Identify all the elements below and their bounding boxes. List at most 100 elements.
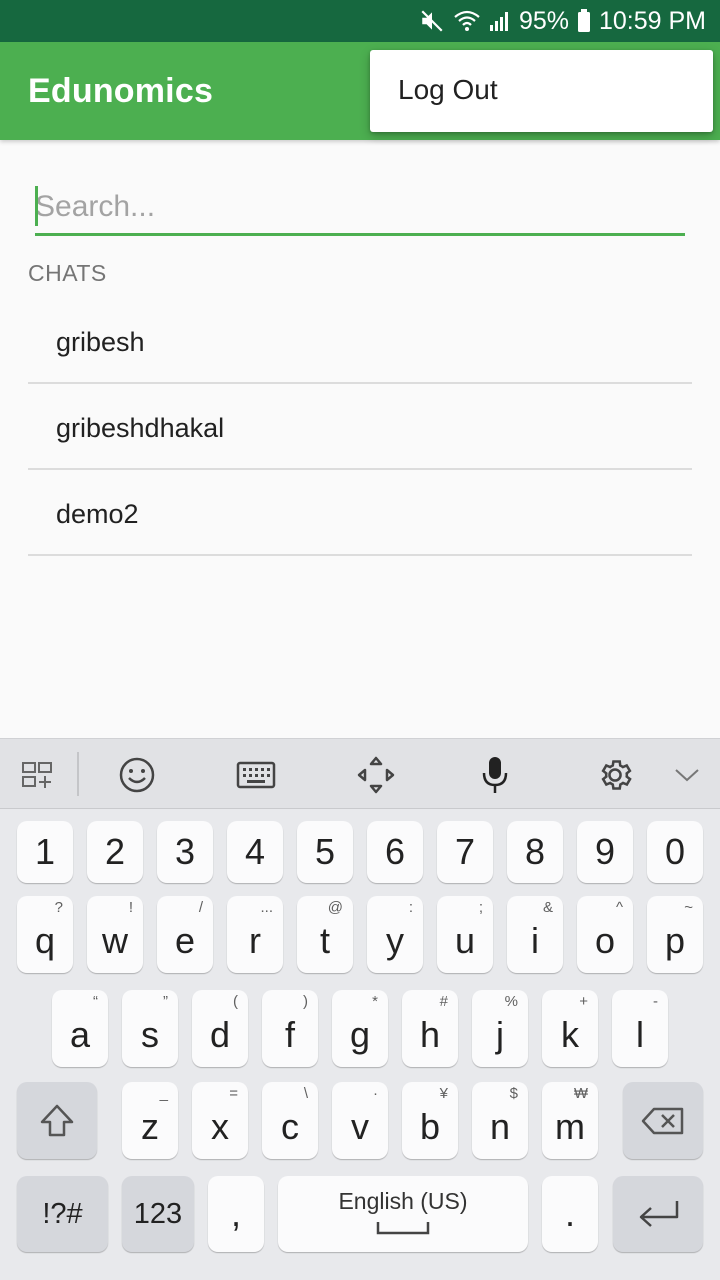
key-z[interactable]: z _ [122, 1082, 178, 1159]
key-2[interactable]: 2 [87, 821, 143, 883]
keyboard-icon[interactable] [234, 753, 278, 797]
key-secondary-label: “ [93, 993, 98, 1010]
key-r[interactable]: r... [227, 896, 283, 973]
key-label: 3 [174, 831, 196, 872]
key-x[interactable]: x = [192, 1082, 248, 1159]
chat-item-gribesh[interactable]: gribesh [28, 298, 692, 384]
key-label: c [281, 1105, 299, 1147]
key-v[interactable]: v · [332, 1082, 388, 1159]
signal-icon [489, 10, 511, 32]
key-label: !?# [42, 1197, 83, 1230]
key-3[interactable]: 3 [157, 821, 213, 883]
chat-name: gribeshdhakal [56, 413, 225, 443]
key-q[interactable]: q? [17, 896, 73, 973]
key-label: s [141, 1013, 159, 1055]
cursor-move-icon[interactable] [354, 753, 398, 797]
key-n[interactable]: n $ [472, 1082, 528, 1159]
key-7[interactable]: 7 [437, 821, 493, 883]
key-secondary-label: ... [260, 899, 273, 916]
toolbar-divider [77, 752, 79, 796]
key-label: t [319, 919, 330, 961]
key-4[interactable]: 4 [227, 821, 283, 883]
space-bar-label: English (US) [338, 1188, 468, 1214]
key-label: g [349, 1013, 371, 1055]
key-i[interactable]: i & [507, 896, 563, 973]
text-cursor [35, 186, 38, 226]
key-l[interactable]: l- [612, 990, 668, 1067]
key-label: l [636, 1013, 644, 1055]
key-w[interactable]: w! [87, 896, 143, 973]
key-label: r [249, 919, 261, 961]
key-0[interactable]: 0 [647, 821, 703, 883]
key-d[interactable]: d( [192, 990, 248, 1067]
key-c[interactable]: c \ [262, 1082, 318, 1159]
key-k[interactable]: k + [542, 990, 598, 1067]
key-1[interactable]: 1 [17, 821, 73, 883]
key-m[interactable]: m ₩ [542, 1082, 598, 1159]
key-secondary-label: ” [163, 993, 168, 1010]
key-j[interactable]: j% [472, 990, 528, 1067]
chat-name: demo2 [56, 499, 139, 529]
key-period[interactable]: . [542, 1176, 598, 1252]
menu-item-log-out[interactable]: Log Out [398, 74, 498, 106]
key-secondary-label: + [579, 993, 588, 1010]
emoji-icon[interactable] [115, 753, 159, 797]
shift-key[interactable] [17, 1082, 97, 1159]
key-secondary-label: : [408, 899, 413, 916]
key-comma[interactable]: , [208, 1176, 264, 1252]
key-6[interactable]: 6 [367, 821, 423, 883]
key-g[interactable]: g * [332, 990, 388, 1067]
numbers-key[interactable]: 123 [122, 1176, 194, 1252]
key-label: 4 [244, 831, 266, 872]
key-9[interactable]: 9 [577, 821, 633, 883]
search-input[interactable] [35, 182, 685, 232]
key-label: 0 [664, 831, 686, 872]
chat-item-demo2[interactable]: demo2 [28, 470, 692, 556]
key-b[interactable]: b ¥ [402, 1082, 458, 1159]
key-label: 2 [104, 831, 126, 872]
key-t[interactable]: t @ [297, 896, 353, 973]
key-s[interactable]: s” [122, 990, 178, 1067]
key-label: 7 [454, 831, 476, 872]
enter-icon [639, 1201, 679, 1227]
wifi-icon [453, 9, 481, 33]
key-5[interactable]: 5 [297, 821, 353, 883]
space-bar[interactable]: English (US) [278, 1176, 528, 1252]
key-f[interactable]: f) [262, 990, 318, 1067]
status-bar: 95% 10:59 PM [0, 0, 720, 42]
key-a[interactable]: a “ [52, 990, 108, 1067]
battery-percent: 95% [518, 6, 569, 35]
backspace-key[interactable] [623, 1082, 703, 1159]
key-secondary-label: - [653, 993, 658, 1010]
key-e[interactable]: e / [157, 896, 213, 973]
key-secondary-label: = [229, 1085, 238, 1102]
chevron-down-icon[interactable] [665, 753, 709, 797]
key-h[interactable]: h # [402, 990, 458, 1067]
key-8[interactable]: 8 [507, 821, 563, 883]
key-secondary-label: # [439, 993, 448, 1010]
enter-key[interactable] [613, 1176, 703, 1252]
key-label: j [496, 1013, 504, 1055]
key-p[interactable]: p ~ [647, 896, 703, 973]
key-secondary-label: ¥ [439, 1085, 448, 1102]
key-label: n [489, 1105, 511, 1147]
key-label: x [211, 1105, 229, 1147]
key-o[interactable]: o ^ [577, 896, 633, 973]
key-y[interactable]: y: [367, 896, 423, 973]
apps-icon[interactable] [16, 753, 60, 797]
key-secondary-label: $ [509, 1085, 518, 1102]
microphone-icon[interactable] [473, 753, 517, 797]
key-u[interactable]: u; [437, 896, 493, 973]
key-label: d [209, 1013, 231, 1055]
gear-icon[interactable] [593, 753, 637, 797]
app-title: Edunomics [28, 72, 214, 110]
key-label: y [386, 919, 404, 961]
key-secondary-label: _ [159, 1085, 168, 1102]
key-label: 8 [524, 831, 546, 872]
search-field[interactable] [35, 182, 685, 236]
chat-item-gribeshdhakal[interactable]: gribeshdhakal [28, 384, 692, 470]
key-label: 5 [314, 831, 336, 872]
key-secondary-label: & [542, 899, 553, 916]
key-label: k [561, 1013, 579, 1055]
symbols-key[interactable]: !?# [17, 1176, 108, 1252]
